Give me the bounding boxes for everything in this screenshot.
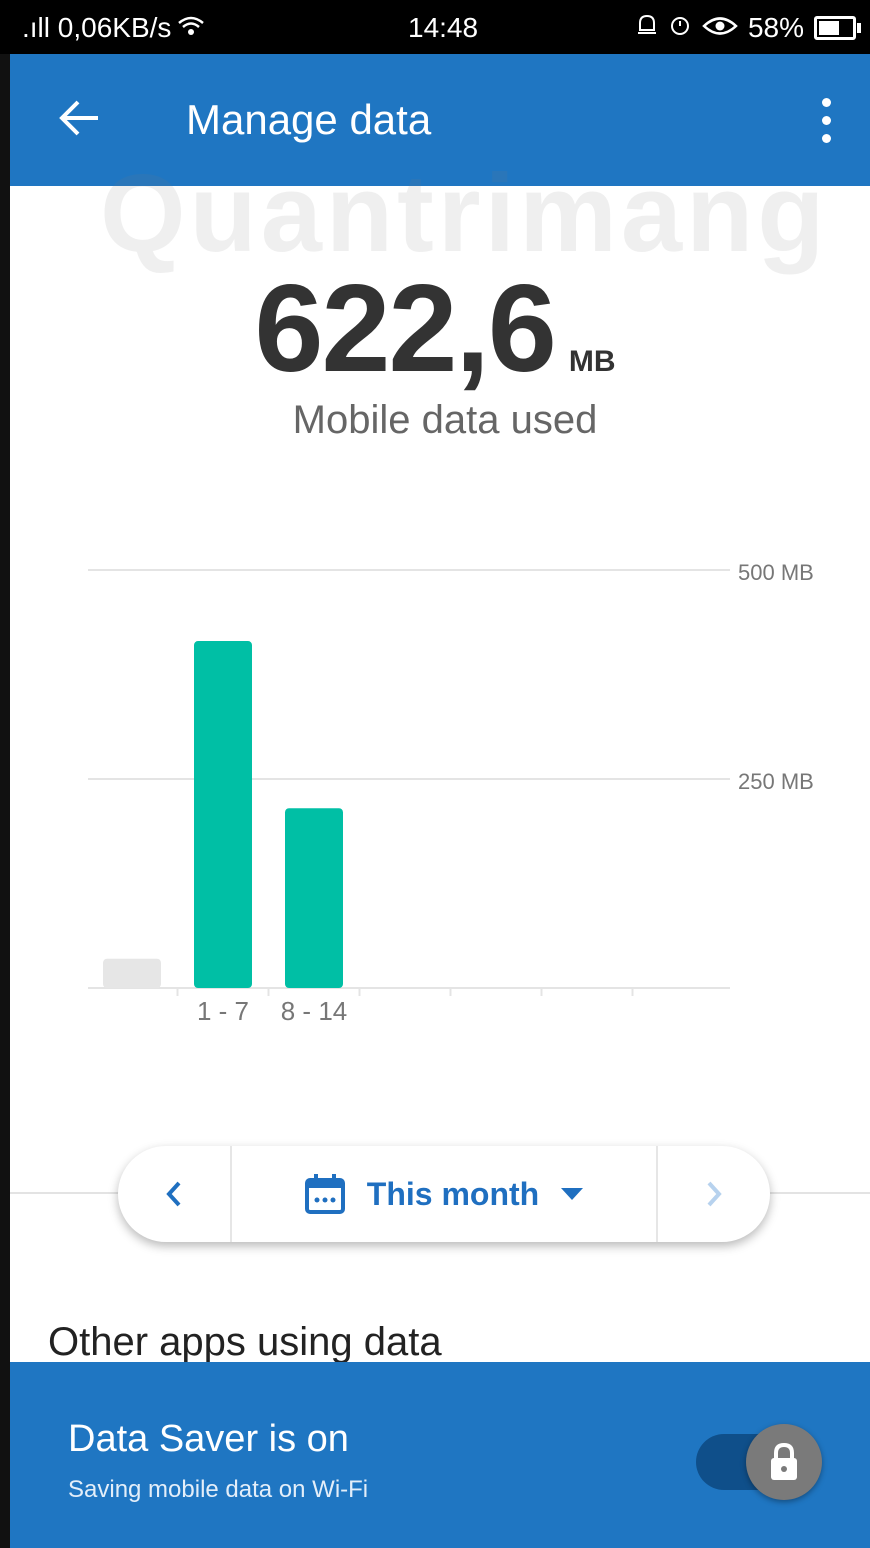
silent-bell-icon xyxy=(636,12,658,44)
period-label: This month xyxy=(366,1175,540,1212)
bar xyxy=(103,958,161,988)
data-saver-title: Data Saver is on xyxy=(68,1418,349,1460)
lock-icon xyxy=(771,1442,797,1480)
data-amount: 622,6 xyxy=(254,260,557,398)
status-bar: .ıll 0,06KB/s 14:48 58% xyxy=(0,0,870,54)
app-bar: Manage data xyxy=(10,54,870,186)
x-tick-label: 8 - 14 xyxy=(281,996,348,1026)
back-arrow-icon[interactable] xyxy=(54,92,106,144)
y-tick-label: 500 MB xyxy=(738,560,814,585)
signal-speed-text: .ıll 0,06KB/s xyxy=(22,12,172,43)
data-used-label: Mobile data used xyxy=(292,398,598,442)
battery-percent: 58% xyxy=(747,12,804,43)
period-selector: This month xyxy=(118,1146,770,1242)
clock: 14:48 xyxy=(408,12,479,43)
more-options-icon[interactable] xyxy=(818,98,834,146)
data-total: 622,6 MB xyxy=(0,258,870,400)
alarm-icon xyxy=(668,12,692,44)
usage-bar-chart: 500 MB 250 MB 1 - 7 8 - 14 xyxy=(88,560,814,1026)
data-saver-subtitle: Saving mobile data on Wi-Fi xyxy=(68,1476,369,1503)
calendar-icon xyxy=(304,1174,345,1214)
chevron-right-icon xyxy=(707,1181,722,1207)
page-title: Manage data xyxy=(186,96,432,143)
data-saver-banner: Data Saver is on Saving mobile data on W… xyxy=(10,1362,870,1548)
bar xyxy=(285,808,343,988)
section-heading: Other apps using data xyxy=(48,1320,442,1364)
data-unit: MB xyxy=(568,345,616,378)
dropdown-arrow-icon xyxy=(561,1188,584,1200)
next-period-button[interactable] xyxy=(656,1146,770,1242)
eye-icon xyxy=(702,12,738,44)
x-tick-label: 1 - 7 xyxy=(197,996,249,1026)
wifi-icon xyxy=(177,12,205,44)
battery-icon xyxy=(814,16,861,40)
divider-right xyxy=(770,1192,870,1194)
chevron-left-icon xyxy=(166,1181,181,1207)
divider-left xyxy=(10,1192,120,1194)
y-tick-label: 250 MB xyxy=(738,769,814,794)
previous-period-button[interactable] xyxy=(118,1146,232,1242)
data-saver-toggle[interactable] xyxy=(696,1424,822,1500)
bar xyxy=(194,641,252,988)
toggle-knob xyxy=(746,1424,822,1500)
period-dropdown[interactable]: This month xyxy=(230,1146,658,1242)
